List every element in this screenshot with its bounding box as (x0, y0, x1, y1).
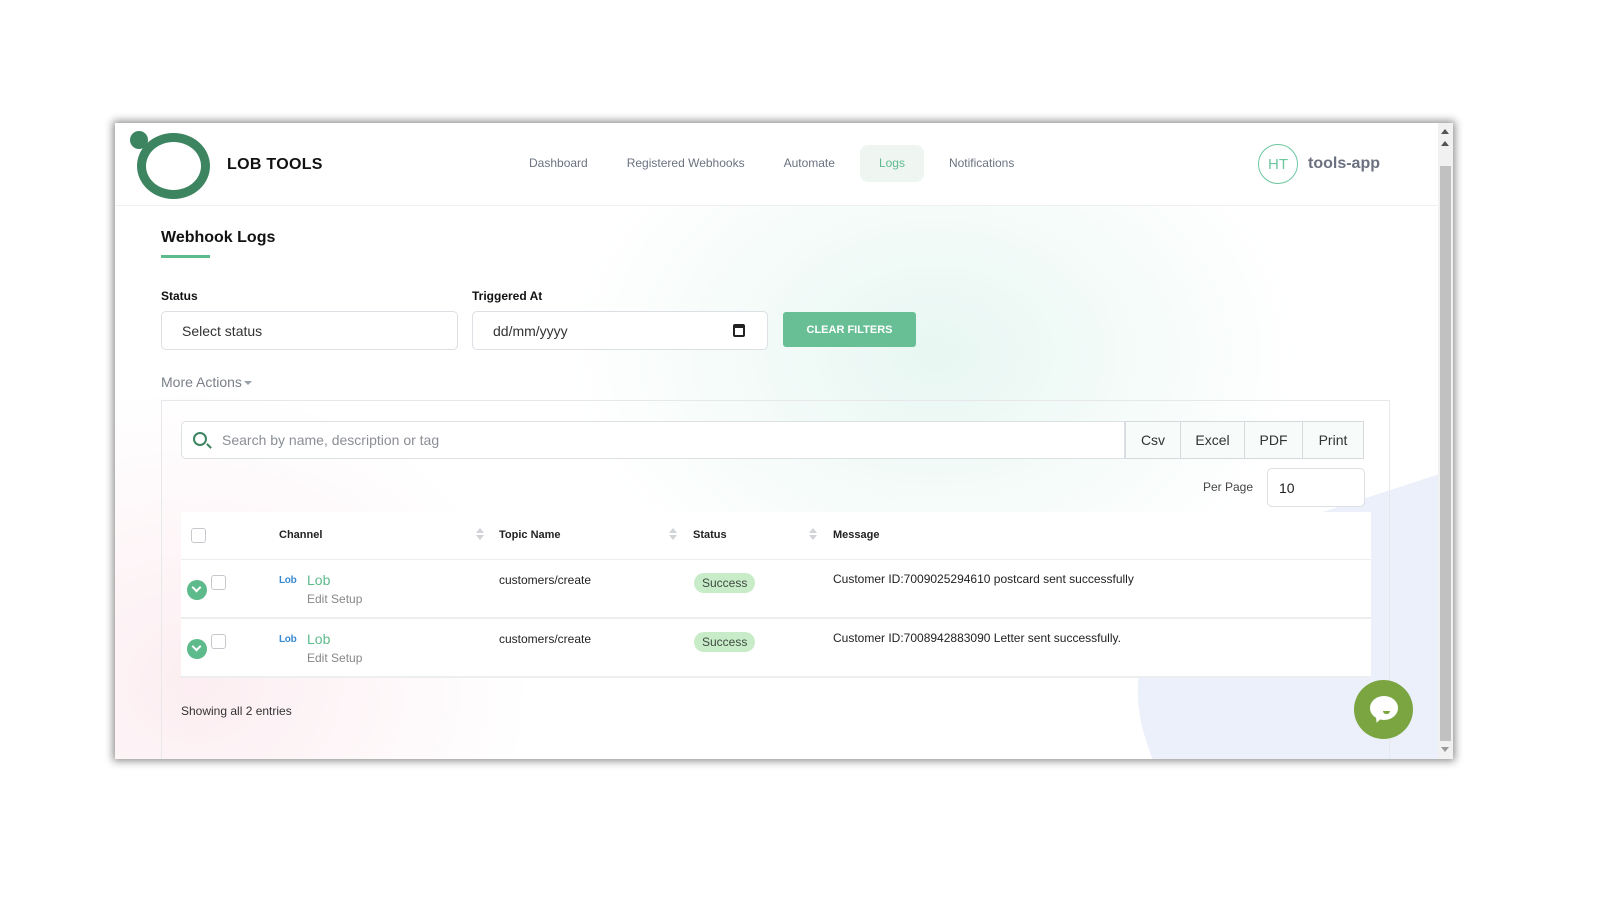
sort-icon[interactable] (476, 528, 484, 542)
lob-logo-icon: Lob (279, 634, 297, 645)
clear-filters-button[interactable]: CLEAR FILTERS (783, 312, 916, 347)
export-button-group: Csv Excel PDF Print (1125, 421, 1364, 459)
nav-notifications[interactable]: Notifications (935, 145, 1028, 182)
logs-table: Channel Topic Name Status Message Lob Lo… (181, 512, 1371, 678)
topic-name: customers/create (499, 573, 592, 587)
sort-icon[interactable] (669, 528, 677, 542)
logo-dot (130, 131, 148, 149)
print-button[interactable]: Print (1303, 421, 1364, 459)
entries-summary: Showing all 2 entries (181, 704, 292, 718)
column-header-status[interactable]: Status (693, 529, 727, 541)
per-page-input[interactable]: 10 (1267, 468, 1365, 507)
header: LOB TOOLS Dashboard Registered Webhooks … (115, 123, 1438, 206)
table-row: Lob Lob Edit Setup customers/create Succ… (181, 560, 1371, 619)
brand-name: LOB TOOLS (227, 156, 323, 173)
chat-widget-button[interactable] (1354, 680, 1413, 739)
channel-link[interactable]: Lob (307, 631, 330, 647)
vertical-scrollbar[interactable] (1438, 123, 1453, 759)
nav-logs[interactable]: Logs (859, 145, 924, 182)
page-title: Webhook Logs (161, 229, 276, 246)
status-badge: Success (694, 632, 756, 652)
logo-ring (137, 133, 210, 199)
avatar[interactable]: HT (1258, 144, 1298, 184)
export-excel-button[interactable]: Excel (1181, 421, 1245, 459)
status-badge: Success (694, 573, 756, 593)
nav-dashboard[interactable]: Dashboard (515, 145, 602, 182)
search-icon (193, 432, 207, 446)
browser-window: LOB TOOLS Dashboard Registered Webhooks … (115, 123, 1453, 759)
scroll-up-arrow-icon[interactable] (1441, 141, 1449, 146)
status-filter-label: Status (161, 289, 198, 303)
user-menu[interactable]: HT tools-app (1258, 144, 1380, 184)
column-header-message[interactable]: Message (833, 529, 879, 541)
row-checkbox[interactable] (211, 575, 226, 590)
scroll-down-arrow-icon[interactable] (1441, 747, 1449, 752)
triggered-at-date-input[interactable]: dd/mm/yyyy (472, 311, 768, 350)
title-underline (161, 255, 210, 258)
edit-setup-link[interactable]: Edit Setup (307, 651, 362, 665)
calendar-icon[interactable] (733, 324, 745, 337)
more-actions-label: More Actions (161, 374, 242, 390)
column-header-topic-name[interactable]: Topic Name (499, 529, 561, 541)
row-checkbox[interactable] (211, 634, 226, 649)
topic-name: customers/create (499, 632, 592, 646)
date-placeholder: dd/mm/yyyy (493, 322, 568, 339)
page: LOB TOOLS Dashboard Registered Webhooks … (115, 123, 1438, 759)
log-message: Customer ID:7008942883090 Letter sent su… (833, 631, 1121, 645)
column-header-channel[interactable]: Channel (279, 529, 322, 541)
username[interactable]: tools-app (1308, 155, 1380, 173)
logo-icon[interactable] (128, 129, 214, 201)
expand-row-icon[interactable] (187, 639, 207, 659)
nav-registered-webhooks[interactable]: Registered Webhooks (613, 145, 759, 182)
more-actions-dropdown[interactable]: More Actions (161, 374, 252, 390)
edit-setup-link[interactable]: Edit Setup (307, 592, 362, 606)
chat-icon (1370, 696, 1398, 720)
table-row: Lob Lob Edit Setup customers/create Succ… (181, 619, 1371, 678)
scroll-up-arrow-icon[interactable] (1441, 129, 1449, 134)
log-message: Customer ID:7009025294610 postcard sent … (833, 572, 1134, 586)
nav-automate[interactable]: Automate (770, 145, 849, 182)
export-pdf-button[interactable]: PDF (1245, 421, 1303, 459)
expand-row-icon[interactable] (187, 580, 207, 600)
table-header: Channel Topic Name Status Message (181, 512, 1371, 560)
channel-link[interactable]: Lob (307, 572, 330, 588)
select-all-checkbox[interactable] (191, 528, 206, 543)
search-input[interactable]: Search by name, description or tag (181, 421, 1125, 459)
status-select-placeholder: Select status (182, 322, 263, 339)
main-nav: Dashboard Registered Webhooks Automate L… (515, 145, 1039, 182)
caret-down-icon (243, 381, 252, 386)
scrollbar-thumb[interactable] (1440, 166, 1451, 741)
export-csv-button[interactable]: Csv (1125, 421, 1181, 459)
lob-logo-icon: Lob (279, 575, 297, 586)
triggered-at-label: Triggered At (472, 289, 543, 303)
search-placeholder: Search by name, description or tag (222, 432, 440, 448)
status-select[interactable]: Select status (161, 311, 458, 350)
per-page-label: Per Page (1203, 480, 1254, 494)
sort-icon[interactable] (809, 528, 817, 542)
